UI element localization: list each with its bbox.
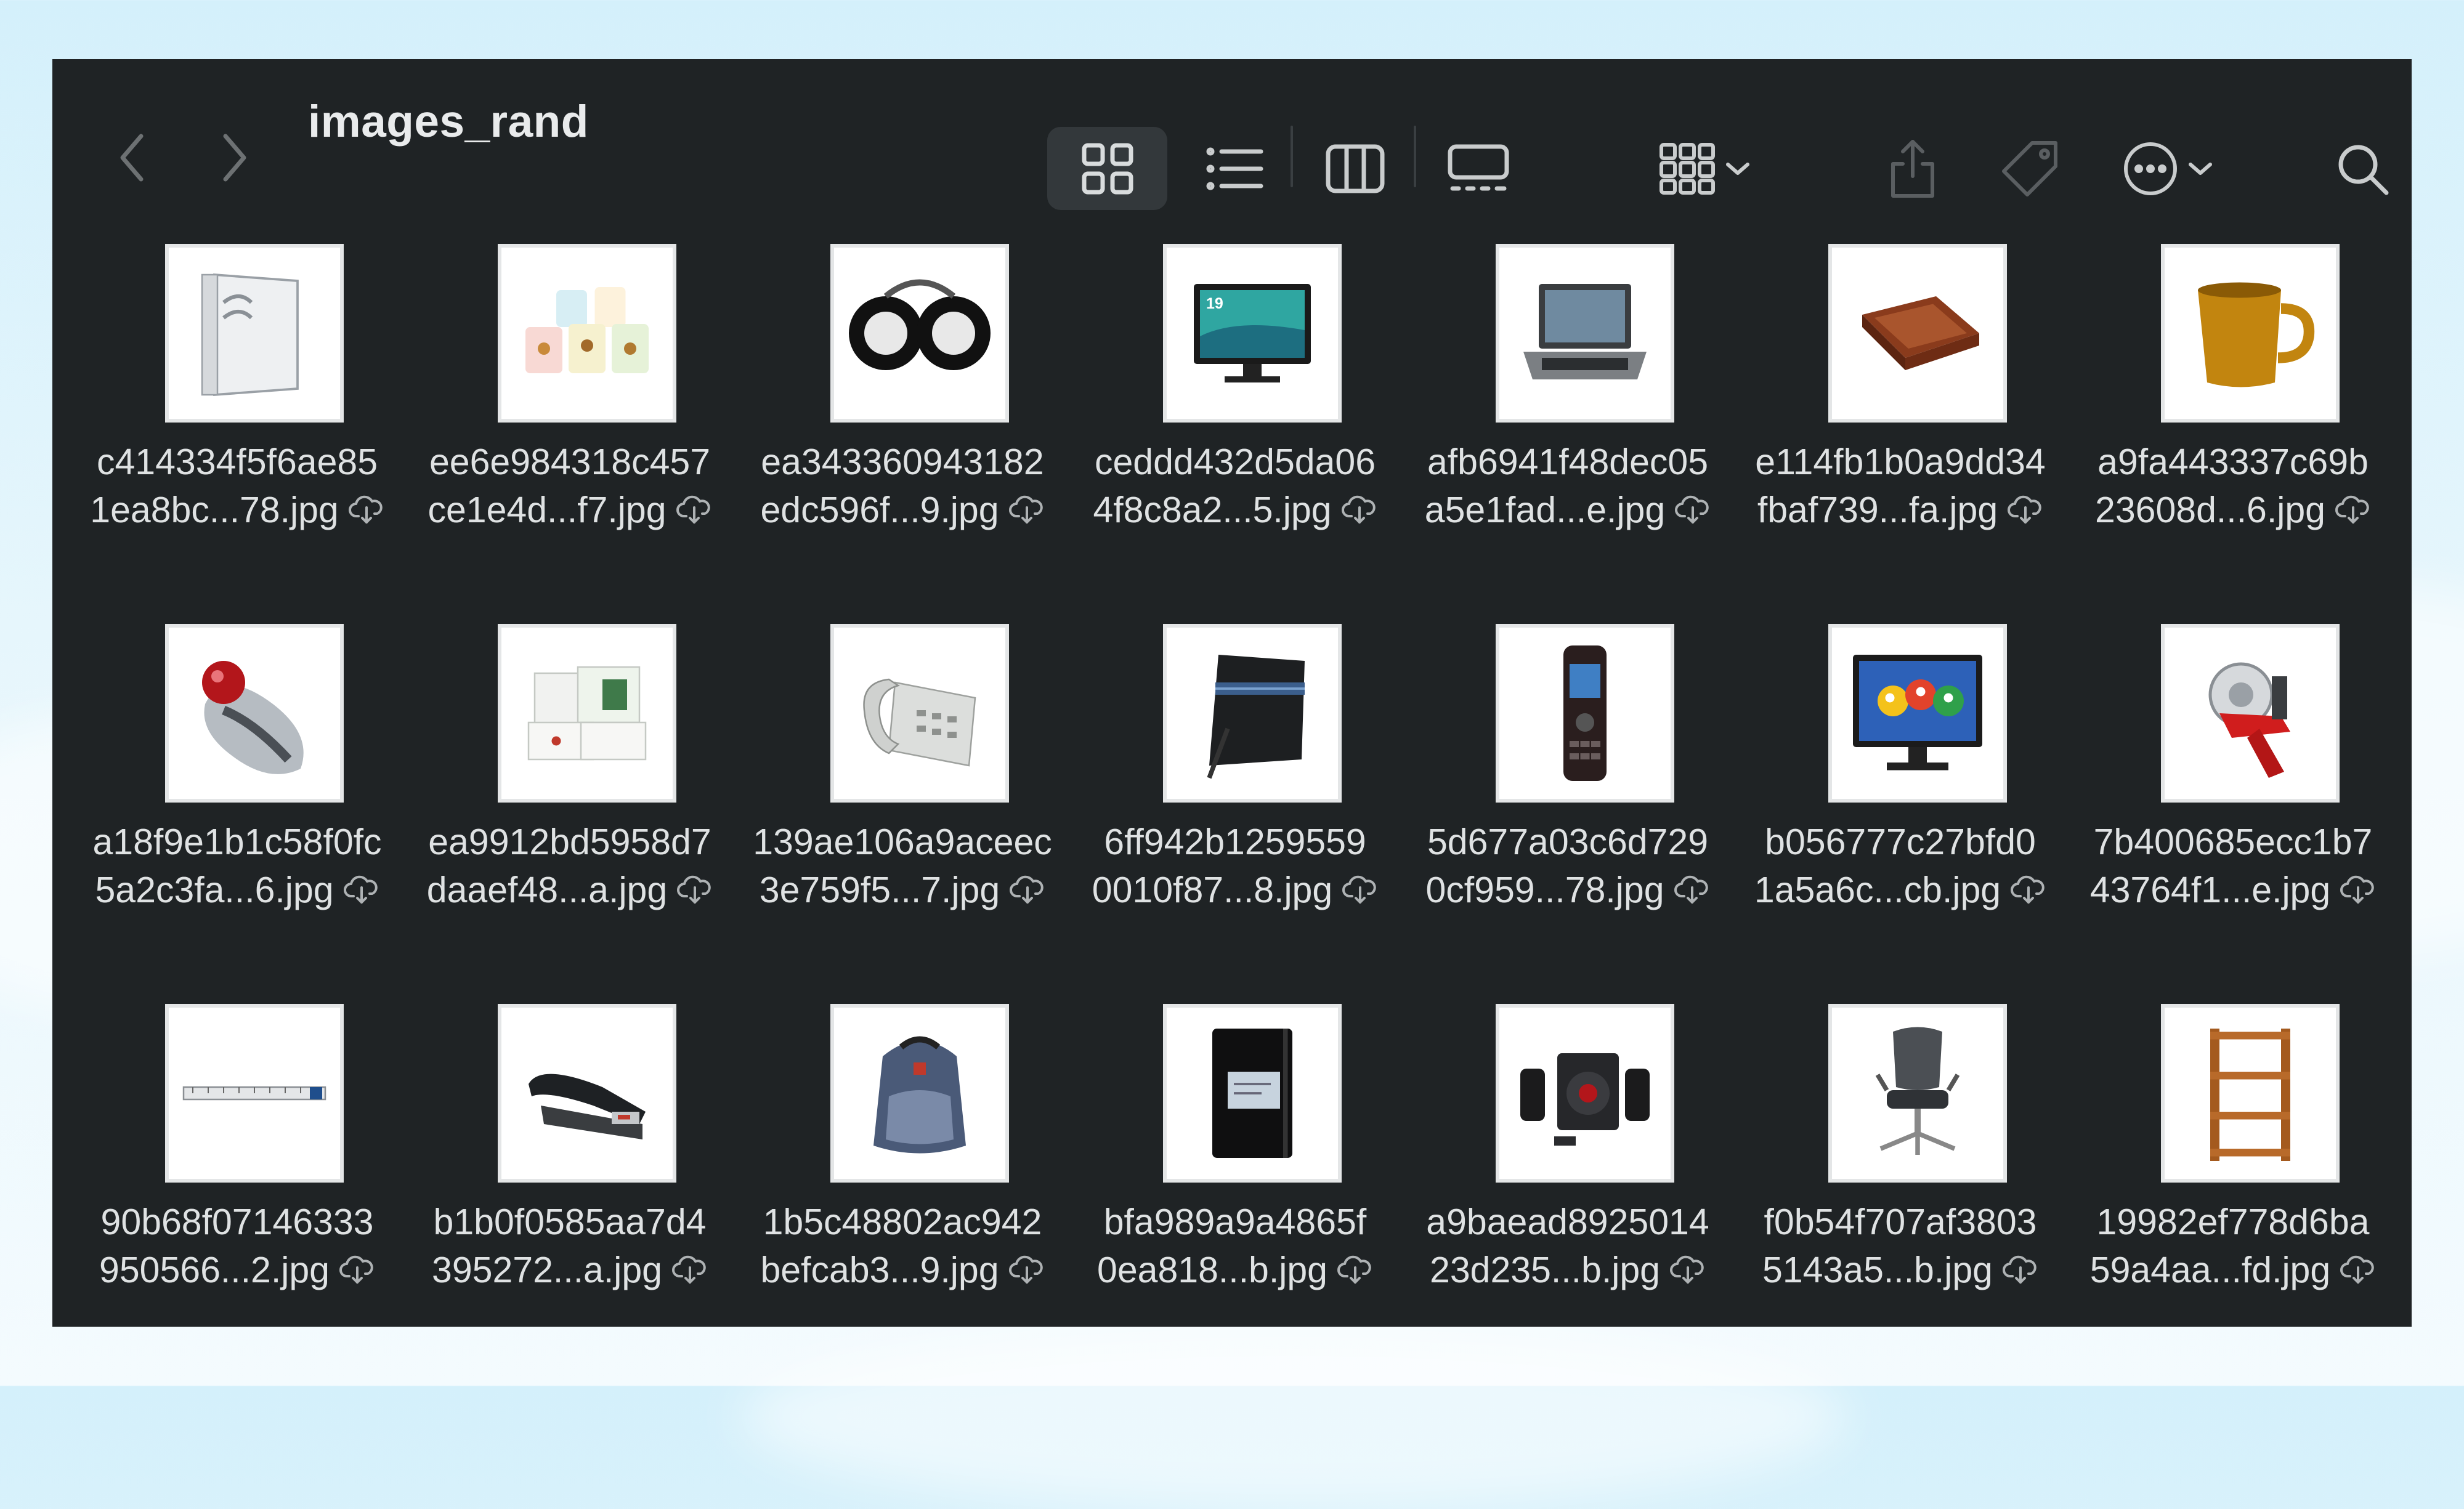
file-thumbnail: [1496, 244, 1674, 423]
file-item[interactable]: a18f9e1b1c58f0fc 5a2c3fa...6.jpg: [71, 507, 403, 910]
file-thumbnail: [1496, 1004, 1674, 1183]
file-item[interactable]: afb6941f48dec05 a5e1fad...e.jpg: [1401, 127, 1734, 530]
laptop-image-icon: [1523, 284, 1647, 379]
file-item[interactable]: 5d677a03c6d729 0cf959...78.jpg: [1401, 507, 1734, 910]
file-item[interactable]: 6ff942b1259559 0010f87...8.jpg: [1069, 507, 1401, 910]
file-item[interactable]: ee6e984318c457 ce1e4d...f7.jpg: [403, 127, 736, 530]
file-item[interactable]: 19982ef778d6ba 59a4aa...fd.jpg: [2067, 887, 2399, 1290]
file-thumbnail: [830, 1004, 1009, 1183]
file-item[interactable]: e114fb1b0a9dd34 fbaf739...fa.jpg: [1734, 127, 2067, 530]
mugs-image-icon: [525, 287, 649, 373]
file-thumbnail: [1828, 244, 2007, 423]
file-thumbnail: [2161, 624, 2340, 803]
desk-tray-image-icon: [1862, 296, 1979, 370]
file-item[interactable]: 139ae106a9aceec 3e759f5...7.jpg: [736, 507, 1069, 910]
copyholder-image-icon: [1207, 655, 1305, 779]
cloud-download-icon[interactable]: [2340, 1255, 2376, 1285]
backpack-image-icon: [873, 1036, 966, 1154]
cards-image-icon: [527, 666, 647, 761]
headphones-image-icon: [849, 279, 991, 370]
speakers-image-icon: [1520, 1053, 1650, 1146]
trackball-image-icon: [202, 661, 304, 774]
file-name: 19982ef778d6ba 59a4aa...fd.jpg: [2067, 1198, 2399, 1294]
file-thumbnail: [830, 624, 1009, 803]
file-item[interactable]: c414334f5f6ae85 1ea8bc...78.jpg: [71, 127, 403, 530]
file-thumbnail: [830, 244, 1009, 423]
file-thumbnail: [165, 1004, 344, 1183]
file-thumbnail: [1163, 1004, 1342, 1183]
bookshelf-image-icon: [2210, 1029, 2290, 1161]
file-item[interactable]: f0b54f707af3803 5143a5...b.jpg: [1734, 887, 2067, 1290]
file-item[interactable]: 7b400685ecc1b7 43764f1...e.jpg: [2067, 507, 2399, 910]
file-item[interactable]: ea9912bd5958d7 daaef48...a.jpg: [403, 507, 736, 910]
file-item[interactable]: bfa989a9a4865f 0ea818...b.jpg: [1069, 887, 1401, 1290]
file-grid: c414334f5f6ae85 1ea8bc...78.jpg ee6e98431…: [52, 195, 2412, 1327]
ruler-image-icon: [182, 1086, 326, 1101]
cloud-download-icon[interactable]: [1670, 1255, 1706, 1285]
file-name: a9baead8925014 23d235...b.jpg: [1426, 1202, 1709, 1290]
cloud-download-icon[interactable]: [1337, 1255, 1373, 1285]
binder-image-icon: [201, 273, 299, 397]
file-item[interactable]: a9baead8925014 23d235...b.jpg: [1401, 887, 1734, 1290]
file-thumbnail: [1828, 1004, 2007, 1183]
monitor-image-icon: 19: [1194, 284, 1311, 382]
file-item[interactable]: ea343360943182 edc596f...9.jpg: [736, 127, 1069, 530]
file-item[interactable]: b056777c27bfd0 1a5a6c...cb.jpg: [1734, 507, 2067, 910]
cloud-download-icon[interactable]: [1008, 1255, 1045, 1285]
cellphone-image-icon: [1563, 645, 1607, 781]
file-item[interactable]: b1b0f0585aa7d4 395272...a.jpg: [403, 887, 736, 1290]
notebook-image-icon: [1212, 1029, 1292, 1158]
file-item[interactable]: 1b5c48802ac942 befcab3...9.jpg: [736, 887, 1069, 1290]
file-thumbnail: [498, 244, 676, 423]
cloud-download-icon[interactable]: [339, 1255, 375, 1285]
file-thumbnail: 19: [1163, 244, 1342, 423]
file-thumbnail: [1828, 624, 2007, 803]
yellow-mug-image-icon: [2198, 282, 2315, 387]
file-thumbnail: [165, 244, 344, 423]
office-chair-image-icon: [1875, 1027, 1960, 1155]
file-item[interactable]: 19 ceddd432d5da06 4f8c8a2...5.jpg: [1069, 127, 1401, 530]
tape-gun-image-icon: [2208, 662, 2290, 778]
file-item[interactable]: a9fa443337c69b 23608d...6.jpg: [2067, 127, 2399, 530]
file-name: bfa989a9a4865f 0ea818...b.jpg: [1069, 1198, 1401, 1294]
desk-phone-image-icon: [863, 678, 976, 767]
stapler-image-icon: [529, 1074, 646, 1139]
file-thumbnail: [1163, 624, 1342, 803]
monitor-image-icon: [1853, 655, 1982, 771]
cloud-download-icon[interactable]: [672, 1255, 708, 1285]
file-thumbnail: [165, 624, 344, 803]
file-thumbnail: [2161, 1004, 2340, 1183]
file-name: f0b54f707af3803 5143a5...b.jpg: [1734, 1198, 2067, 1294]
cloud-download-icon[interactable]: [2003, 1255, 2038, 1285]
file-thumbnail: [498, 624, 676, 803]
file-thumbnail: [1496, 624, 1674, 803]
file-thumbnail: [498, 1004, 676, 1183]
file-name: b1b0f0585aa7d4 395272...a.jpg: [403, 1198, 736, 1294]
file-thumbnail: [2161, 244, 2340, 423]
file-name: 1b5c48802ac942 befcab3...9.jpg: [736, 1198, 1069, 1294]
finder-window: images_rand c414334f5f6ae85 1ea8bc...78.…: [52, 59, 2412, 1327]
file-name: 90b68f07146333 950566...2.jpg: [71, 1198, 403, 1294]
svg-text:19: 19: [1206, 295, 1223, 312]
file-item[interactable]: 90b68f07146333 950566...2.jpg: [71, 887, 403, 1290]
